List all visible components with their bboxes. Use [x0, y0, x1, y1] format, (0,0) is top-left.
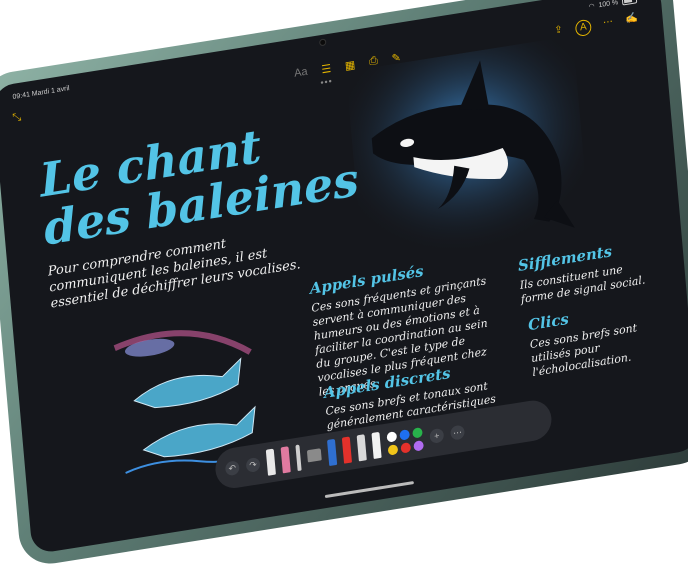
battery-icon — [621, 0, 638, 6]
more-icon[interactable]: ⋯ — [600, 15, 615, 31]
status-right: ◠ 100 % — [588, 0, 638, 11]
swatch-white[interactable] — [386, 430, 398, 443]
wifi-icon: ◠ — [588, 2, 595, 11]
compose-icon[interactable]: ✍ — [624, 11, 639, 27]
section-heading-clics: Clics — [527, 309, 570, 335]
ruler-tool[interactable] — [306, 448, 322, 463]
collapse-icon[interactable]: ⤡ — [12, 111, 22, 125]
marker-tool[interactable] — [327, 438, 338, 467]
status-time: 09:41 — [12, 91, 31, 102]
palette-more-icon[interactable]: ⋯ — [450, 424, 466, 441]
multitask-dots-icon[interactable]: ••• — [320, 76, 333, 88]
swatch-blue[interactable] — [399, 428, 410, 441]
status-date: Mardi 1 avril — [31, 85, 70, 98]
notes-screen: 09:41 Mardi 1 avril ◠ 100 % ⤡ ••• Aa ☰ ▦… — [0, 0, 688, 555]
color-swatches — [386, 426, 424, 456]
add-tool-icon[interactable]: + — [429, 427, 445, 444]
home-indicator — [325, 480, 415, 499]
fountain-pen-tool[interactable] — [295, 444, 302, 472]
pencil-tool[interactable] — [265, 448, 276, 476]
eraser-tool[interactable] — [280, 446, 291, 474]
brush-tool[interactable] — [356, 434, 367, 462]
status-time-date: 09:41 Mardi 1 avril — [12, 85, 70, 101]
swatch-yellow[interactable] — [387, 443, 399, 456]
ipad-device: 09:41 Mardi 1 avril ◠ 100 % ⤡ ••• Aa ☰ ▦… — [0, 0, 688, 568]
orca-illustration — [345, 35, 591, 272]
redo-icon[interactable]: ↷ — [245, 456, 261, 474]
swatch-green[interactable] — [412, 426, 423, 439]
crayon-tool[interactable] — [341, 436, 352, 464]
swatch-red[interactable] — [400, 441, 412, 454]
swatch-purple[interactable] — [413, 439, 424, 452]
text-format-button[interactable]: Aa — [294, 66, 308, 81]
checklist-icon[interactable]: ☰ — [321, 62, 332, 77]
undo-icon[interactable]: ↶ — [224, 460, 240, 477]
battery-percent: 100 % — [598, 0, 619, 9]
pen-tool[interactable] — [371, 431, 382, 460]
pencil-tools-icon[interactable]: A — [574, 18, 592, 38]
